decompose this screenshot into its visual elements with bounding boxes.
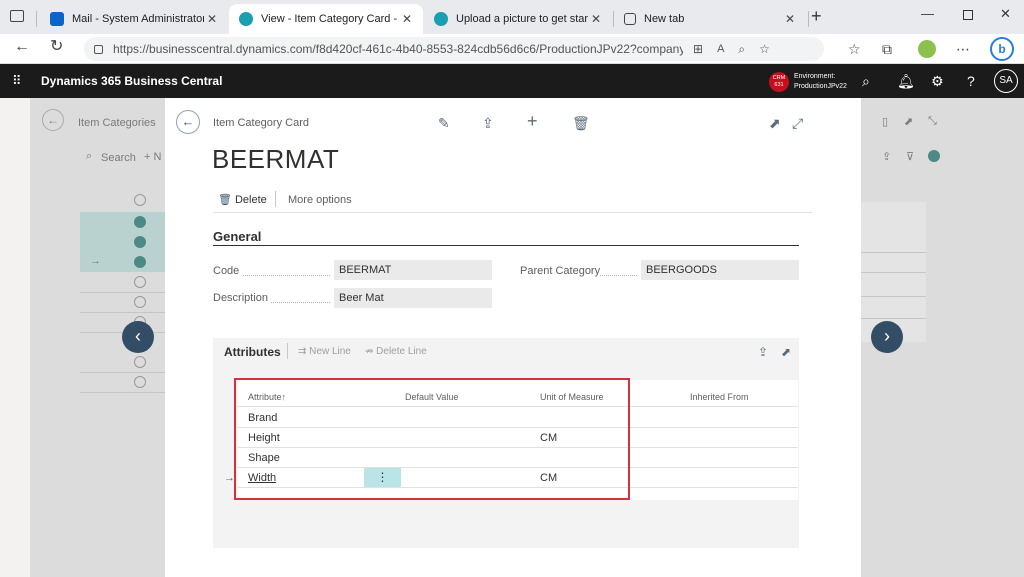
- back-arrow-icon[interactable]: ←: [14, 39, 30, 55]
- new-tab-plus-icon[interactable]: +: [811, 6, 822, 27]
- address-bar-row: ← ↻ https://businesscentral.dynamics.com…: [0, 34, 1024, 64]
- back-button-bg: ←: [42, 109, 64, 131]
- tab-new-tab[interactable]: New tab ✕: [614, 4, 806, 34]
- close-tab-icon[interactable]: ✕: [204, 12, 220, 26]
- close-tab-icon[interactable]: ✕: [588, 12, 604, 26]
- column-header-inherited-from[interactable]: Inherited From: [690, 392, 749, 402]
- attributes-open-icon[interactable]: ⬈: [781, 344, 791, 360]
- expand-icon[interactable]: ⤢: [792, 115, 803, 131]
- help-icon[interactable]: ?: [967, 73, 975, 89]
- delete-action[interactable]: 🗑︎ Delete: [218, 193, 267, 206]
- favorites-icon[interactable]: ☆: [848, 41, 861, 57]
- search-icon[interactable]: ⌕: [862, 73, 870, 90]
- collapse-icon-bg: ⤡: [928, 115, 937, 127]
- refresh-icon[interactable]: ↻: [50, 39, 63, 55]
- delete-line-action[interactable]: ⇏ Delete Line: [365, 346, 427, 357]
- highlight-annotation-box: [234, 378, 630, 500]
- previous-record-button[interactable]: ‹: [122, 321, 154, 353]
- settings-gear-icon[interactable]: ⚙: [931, 73, 944, 90]
- row-checkbox: [134, 194, 146, 206]
- share-icon[interactable]: ⇪: [482, 115, 494, 131]
- parent-category-field[interactable]: BEERGOODS: [641, 260, 799, 280]
- app-title: Dynamics 365 Business Central: [41, 74, 223, 88]
- lock-icon: [94, 44, 103, 54]
- crm-badge[interactable]: CRM 631: [769, 72, 789, 92]
- new-line-action[interactable]: ⇉ New Line: [298, 346, 351, 357]
- general-section-heading[interactable]: General: [213, 229, 261, 244]
- code-label: Code: [213, 265, 240, 277]
- window-close-icon[interactable]: ✕: [1000, 6, 1011, 22]
- delete-trash-icon[interactable]: 🗑︎: [572, 115, 590, 131]
- environment-info: Environment: ProductionJPv22: [794, 73, 847, 90]
- row-checkbox-checked: [134, 256, 146, 268]
- collections-icon[interactable]: ⧉: [882, 41, 892, 57]
- outlook-icon: [50, 12, 64, 26]
- read-aloud-icon[interactable]: A: [717, 43, 724, 55]
- more-menu-icon[interactable]: ⋯: [956, 41, 970, 57]
- favorite-star-icon[interactable]: ☆: [759, 42, 770, 56]
- tab-mail[interactable]: Mail - System Administrator - Ou ✕: [40, 4, 228, 34]
- edit-pencil-icon[interactable]: ✎: [438, 115, 450, 131]
- list-new-label: + N: [144, 151, 162, 163]
- dynamics-icon: [434, 12, 448, 26]
- open-new-window-icon[interactable]: ⬈: [769, 115, 781, 131]
- app-available-icon[interactable]: ⊞: [693, 42, 703, 56]
- row-checkbox-checked: [134, 216, 146, 228]
- user-avatar[interactable]: SA: [994, 69, 1018, 93]
- business-central-header: ⠿ Dynamics 365 Business Central CRM 631 …: [0, 64, 1024, 98]
- attributes-share-icon[interactable]: ⇪: [758, 344, 768, 360]
- row-checkbox: [134, 276, 146, 288]
- zoom-icon[interactable]: ⌕: [738, 42, 745, 57]
- row-checkbox: [134, 296, 146, 308]
- row-checkbox: [134, 356, 146, 368]
- open-new-window-icon-bg: ⬈: [904, 116, 914, 128]
- list-breadcrumb: Item Categories: [78, 117, 156, 129]
- attributes-heading[interactable]: Attributes: [224, 345, 281, 359]
- app-launcher-icon[interactable]: ⠿: [12, 73, 21, 89]
- trash-icon: 🗑︎: [218, 194, 232, 206]
- dynamics-icon: [239, 12, 253, 26]
- card-breadcrumb: Item Category Card: [213, 117, 309, 129]
- parent-category-label: Parent Category: [520, 265, 601, 277]
- row-arrow-icon: →: [90, 255, 101, 267]
- attributes-separator: [287, 343, 288, 359]
- url-field[interactable]: https://businesscentral.dynamics.com/f8d…: [84, 37, 824, 61]
- new-tab-page-icon: [624, 13, 636, 25]
- row-checkbox-checked: [134, 236, 146, 248]
- share-icon-bg: ⇪: [882, 151, 892, 163]
- bookmark-icon: ▯: [882, 116, 889, 128]
- page-title: BEERMAT: [212, 144, 340, 174]
- minimize-icon[interactable]: —: [921, 6, 934, 21]
- card-back-button[interactable]: ←: [176, 110, 200, 134]
- row-checkbox: [134, 376, 146, 388]
- close-tab-icon[interactable]: ✕: [399, 12, 415, 26]
- new-plus-icon[interactable]: +: [527, 112, 538, 130]
- list-search-label: Search: [101, 152, 136, 164]
- section-divider: [213, 245, 799, 246]
- extension-icon[interactable]: [918, 40, 936, 58]
- filter-icon-bg: ⊽: [906, 151, 915, 163]
- code-field[interactable]: BEERMAT: [334, 260, 492, 280]
- description-field[interactable]: Beer Mat: [334, 288, 492, 308]
- close-tab-icon[interactable]: ✕: [782, 12, 798, 26]
- tab-upload-picture[interactable]: Upload a picture to get started - ✕: [424, 4, 612, 34]
- bing-copilot-icon[interactable]: b: [990, 37, 1014, 61]
- maximize-icon[interactable]: [963, 10, 973, 20]
- tab-item-category-card[interactable]: View - Item Category Card - Dyn ✕: [229, 4, 423, 34]
- browser-tab-strip: Mail - System Administrator - Ou ✕ View …: [0, 0, 1024, 34]
- notification-bell-icon[interactable]: 🔔︎: [897, 73, 915, 90]
- action-separator: [275, 191, 276, 207]
- more-options-action[interactable]: More options: [288, 194, 352, 206]
- tab-actions-icon[interactable]: [10, 10, 24, 22]
- description-label: Description: [213, 292, 269, 304]
- new-line-icon: ⇉: [298, 346, 307, 357]
- next-record-button[interactable]: ›: [871, 321, 903, 353]
- search-icon: ⌕: [86, 150, 93, 162]
- info-icon-bg: [928, 150, 940, 162]
- delete-line-icon: ⇏: [365, 346, 374, 357]
